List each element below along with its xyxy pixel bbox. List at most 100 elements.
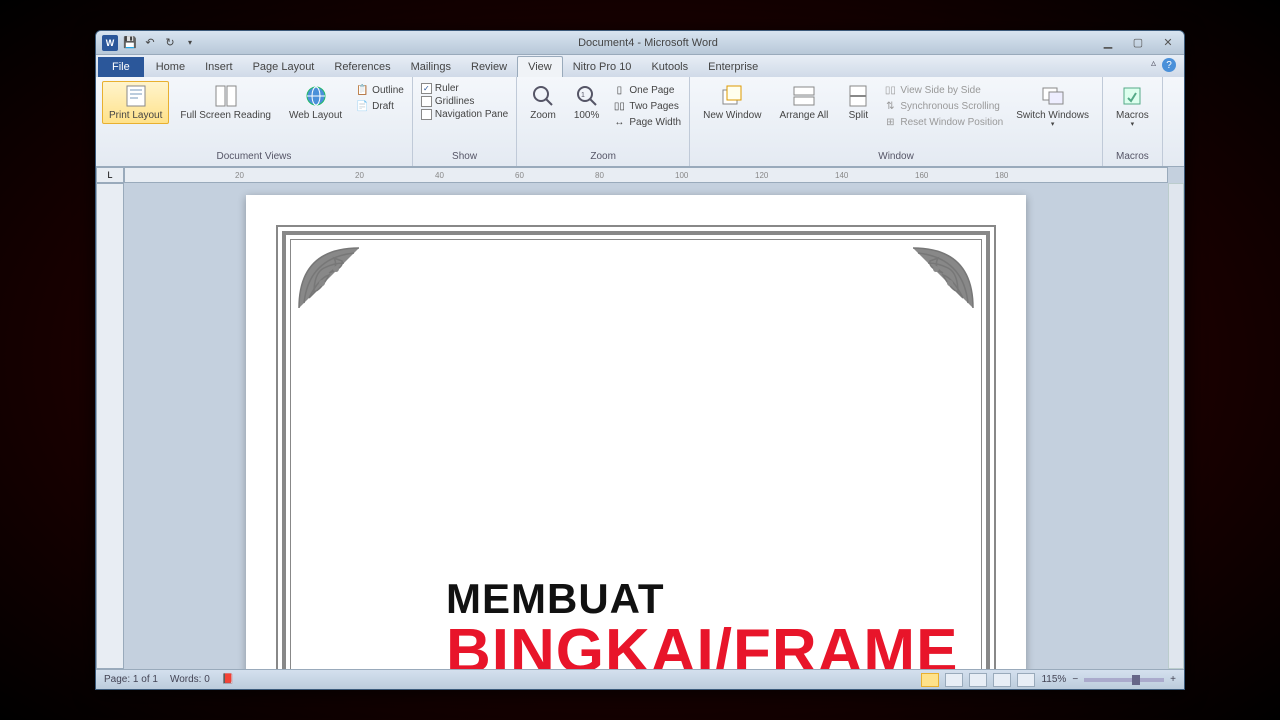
statusbar: Page: 1 of 1 Words: 0 📕 115% − +	[96, 669, 1184, 689]
full-screen-button[interactable]: Full Screen Reading	[173, 81, 278, 124]
horizontal-ruler[interactable]: 20 20 40 60 80 100 120 140 160 180	[124, 167, 1168, 183]
ribbon-tabs: File Home Insert Page Layout References …	[96, 55, 1184, 77]
tab-insert[interactable]: Insert	[195, 57, 243, 77]
web-layout-icon	[304, 84, 328, 108]
draft-button[interactable]: 📄Draft	[355, 99, 404, 113]
document-area[interactable]: L 20 20 40 60 80 100 120 140 160 180	[96, 167, 1184, 669]
minimize-button[interactable]: ▁	[1098, 36, 1118, 50]
text-line-2: BINGKAI/FRAME	[446, 623, 958, 669]
macros-button[interactable]: Macros ▾	[1109, 81, 1156, 132]
outline-button[interactable]: 📋Outline	[355, 83, 404, 97]
outline-icon: 📋	[355, 83, 369, 97]
titlebar: W 💾 ↶ ↻ ▾ Document4 - Microsoft Word ▁ ▢…	[96, 31, 1184, 55]
vertical-scrollbar[interactable]	[1168, 183, 1184, 669]
zoom-in-button[interactable]: +	[1170, 674, 1176, 685]
print-layout-button[interactable]: Print Layout	[102, 81, 169, 124]
qat-more-icon[interactable]: ▾	[182, 35, 198, 51]
two-pages-button[interactable]: ▯▯Two Pages	[612, 99, 681, 113]
arrange-all-button[interactable]: Arrange All	[772, 81, 835, 124]
web-layout-button[interactable]: Web Layout	[282, 81, 349, 124]
view-print-layout-button[interactable]	[921, 673, 939, 687]
corner-ornament-top-left-icon	[294, 243, 364, 313]
corner-ornament-top-right-icon	[908, 243, 978, 313]
split-label: Split	[849, 110, 868, 121]
tab-mailings[interactable]: Mailings	[401, 57, 461, 77]
help-icon[interactable]: ?	[1162, 58, 1176, 72]
ruler-checkbox[interactable]: ✓Ruler	[421, 83, 508, 94]
page[interactable]: MEMBUAT BINGKAI/FRAME DI MS WORD	[246, 195, 1026, 669]
ruler-corner[interactable]: L	[96, 167, 124, 183]
tab-references[interactable]: References	[324, 57, 400, 77]
side-by-side-icon: ▯▯	[883, 83, 897, 97]
view-web-layout-button[interactable]	[969, 673, 987, 687]
group-label-macros: Macros	[1109, 151, 1156, 164]
view-full-screen-button[interactable]	[945, 673, 963, 687]
maximize-button[interactable]: ▢	[1128, 36, 1148, 50]
group-label-show: Show	[419, 151, 510, 164]
zoom-slider[interactable]	[1084, 678, 1164, 682]
tab-enterprise[interactable]: Enterprise	[698, 57, 768, 77]
view-outline-button[interactable]	[993, 673, 1011, 687]
close-button[interactable]: ✕	[1158, 36, 1178, 50]
new-window-icon	[720, 84, 744, 108]
tab-nitro[interactable]: Nitro Pro 10	[563, 57, 642, 77]
new-window-label: New Window	[703, 110, 761, 121]
zoom-100-label: 100%	[574, 110, 600, 121]
one-page-icon: ▯	[612, 83, 626, 97]
status-page[interactable]: Page: 1 of 1	[104, 674, 158, 685]
full-screen-label: Full Screen Reading	[180, 110, 271, 121]
print-layout-icon	[124, 84, 148, 108]
switch-windows-icon	[1041, 84, 1065, 108]
chevron-down-icon: ▾	[1051, 121, 1055, 129]
reset-pos-button: ⊞Reset Window Position	[883, 115, 1003, 129]
page-width-icon: ↔	[612, 115, 626, 129]
file-tab[interactable]: File	[98, 57, 144, 77]
minimize-ribbon-icon[interactable]: ▵	[1151, 58, 1156, 72]
status-words[interactable]: Words: 0	[170, 674, 210, 685]
one-page-button[interactable]: ▯One Page	[612, 83, 681, 97]
nav-pane-checkbox[interactable]: Navigation Pane	[421, 109, 508, 120]
zoom-button[interactable]: Zoom	[523, 81, 563, 124]
zoom-level[interactable]: 115%	[1041, 674, 1066, 685]
page-width-button[interactable]: ↔Page Width	[612, 115, 681, 129]
view-draft-button[interactable]	[1017, 673, 1035, 687]
group-label-views: Document Views	[102, 151, 406, 164]
zoom-out-button[interactable]: −	[1072, 674, 1078, 685]
window-title: Document4 - Microsoft Word	[198, 37, 1098, 49]
reset-pos-icon: ⊞	[883, 115, 897, 129]
sync-scroll-icon: ⇅	[883, 99, 897, 113]
macros-icon	[1120, 84, 1144, 108]
web-layout-label: Web Layout	[289, 110, 342, 121]
sync-scroll-button: ⇅Synchronous Scrolling	[883, 99, 1003, 113]
zoom-100-icon: 1	[575, 84, 599, 108]
group-window: New Window Arrange All Split ▯▯View Side…	[690, 77, 1103, 166]
chevron-down-icon: ▾	[1131, 121, 1135, 129]
undo-icon[interactable]: ↶	[142, 35, 158, 51]
switch-windows-label: Switch Windows	[1016, 110, 1089, 121]
save-icon[interactable]: 💾	[122, 35, 138, 51]
new-window-button[interactable]: New Window	[696, 81, 768, 124]
gridlines-checkbox[interactable]: Gridlines	[421, 96, 508, 107]
tab-kutools[interactable]: Kutools	[641, 57, 698, 77]
tab-view[interactable]: View	[517, 56, 563, 77]
two-pages-icon: ▯▯	[612, 99, 626, 113]
zoom-100-button[interactable]: 1 100%	[567, 81, 607, 124]
tab-review[interactable]: Review	[461, 57, 517, 77]
split-button[interactable]: Split	[839, 81, 877, 124]
redo-icon[interactable]: ↻	[162, 35, 178, 51]
macros-label: Macros	[1116, 110, 1149, 121]
tab-page-layout[interactable]: Page Layout	[243, 57, 325, 77]
svg-text:1: 1	[581, 92, 585, 99]
full-screen-icon	[214, 84, 238, 108]
zoom-label: Zoom	[530, 110, 556, 121]
tab-home[interactable]: Home	[146, 57, 195, 77]
app-window: W 💾 ↶ ↻ ▾ Document4 - Microsoft Word ▁ ▢…	[95, 30, 1185, 690]
vertical-ruler[interactable]	[96, 183, 124, 669]
switch-windows-button[interactable]: Switch Windows ▾	[1009, 81, 1096, 132]
group-label-window: Window	[696, 151, 1096, 164]
status-proofing-icon[interactable]: 📕	[222, 674, 234, 685]
arrange-all-label: Arrange All	[779, 110, 828, 121]
word-logo-icon: W	[102, 35, 118, 51]
draft-icon: 📄	[355, 99, 369, 113]
group-zoom: Zoom 1 100% ▯One Page ▯▯Two Pages ↔Page …	[517, 77, 690, 166]
